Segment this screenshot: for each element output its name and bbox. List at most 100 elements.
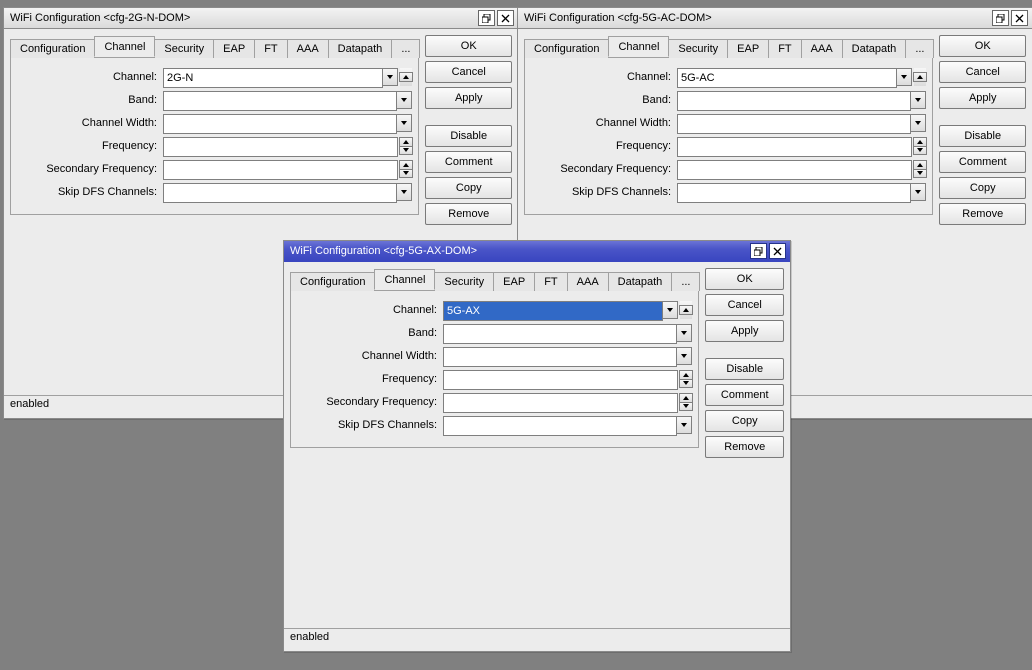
dropdown-button[interactable] xyxy=(397,114,412,132)
comment-button[interactable]: Comment xyxy=(705,384,784,406)
tab-ft[interactable]: FT xyxy=(534,272,567,291)
spin-down-icon[interactable] xyxy=(913,147,927,156)
copy-button[interactable]: Copy xyxy=(705,410,784,432)
titlebar[interactable]: WiFi Configuration <cfg-2G-N-DOM> xyxy=(4,8,518,29)
channel-input[interactable] xyxy=(163,68,383,88)
apply-button[interactable]: Apply xyxy=(425,87,512,109)
tab-[interactable]: ... xyxy=(671,272,700,291)
skipdfs-input[interactable] xyxy=(163,183,397,203)
up-icon[interactable] xyxy=(913,72,927,82)
restore-icon[interactable] xyxy=(750,243,767,259)
channel-input[interactable] xyxy=(443,301,663,321)
spin-up-icon[interactable] xyxy=(399,160,413,170)
apply-button[interactable]: Apply xyxy=(705,320,784,342)
spin-up-icon[interactable] xyxy=(913,137,927,147)
dropdown-button[interactable] xyxy=(663,301,678,319)
width-input[interactable] xyxy=(677,114,911,134)
ok-button[interactable]: OK xyxy=(425,35,512,57)
tab-security[interactable]: Security xyxy=(668,39,728,58)
dropdown-button[interactable] xyxy=(677,324,692,342)
comment-button[interactable]: Comment xyxy=(939,151,1026,173)
tab-eap[interactable]: EAP xyxy=(727,39,769,58)
tab-ft[interactable]: FT xyxy=(768,39,801,58)
disable-button[interactable]: Disable xyxy=(939,125,1026,147)
tab-configuration[interactable]: Configuration xyxy=(290,272,375,291)
spin-down-icon[interactable] xyxy=(399,170,413,179)
up-icon[interactable] xyxy=(679,305,693,315)
tab-eap[interactable]: EAP xyxy=(213,39,255,58)
tab-channel[interactable]: Channel xyxy=(374,269,435,290)
spin-down-icon[interactable] xyxy=(679,403,693,412)
channel-input[interactable] xyxy=(677,68,897,88)
tab-[interactable]: ... xyxy=(905,39,934,58)
ok-button[interactable]: OK xyxy=(705,268,784,290)
spin-up-icon[interactable] xyxy=(913,160,927,170)
tab-security[interactable]: Security xyxy=(154,39,214,58)
freq-input[interactable] xyxy=(443,370,678,390)
tab-datapath[interactable]: Datapath xyxy=(328,39,393,58)
skipdfs-input[interactable] xyxy=(443,416,677,436)
ok-button[interactable]: OK xyxy=(939,35,1026,57)
dropdown-button[interactable] xyxy=(911,91,926,109)
copy-button[interactable]: Copy xyxy=(939,177,1026,199)
tab-aaa[interactable]: AAA xyxy=(287,39,329,58)
disable-button[interactable]: Disable xyxy=(425,125,512,147)
width-input[interactable] xyxy=(163,114,397,134)
dropdown-button[interactable] xyxy=(677,347,692,365)
tab-datapath[interactable]: Datapath xyxy=(842,39,907,58)
tab-datapath[interactable]: Datapath xyxy=(608,272,673,291)
spin-down-icon[interactable] xyxy=(913,170,927,179)
titlebar[interactable]: WiFi Configuration <cfg-5G-AC-DOM> xyxy=(518,8,1032,29)
dropdown-button[interactable] xyxy=(397,183,412,201)
remove-button[interactable]: Remove xyxy=(425,203,512,225)
titlebar[interactable]: WiFi Configuration <cfg-5G-AX-DOM> xyxy=(284,241,790,262)
dropdown-button[interactable] xyxy=(397,91,412,109)
cancel-button[interactable]: Cancel xyxy=(425,61,512,83)
spin-up-icon[interactable] xyxy=(399,137,413,147)
skipdfs-input[interactable] xyxy=(677,183,911,203)
comment-button[interactable]: Comment xyxy=(425,151,512,173)
band-input[interactable] xyxy=(443,324,677,344)
dropdown-button[interactable] xyxy=(383,68,398,86)
freq2-input[interactable] xyxy=(163,160,398,180)
freq-input[interactable] xyxy=(677,137,912,157)
spin-down-icon[interactable] xyxy=(399,147,413,156)
tab-[interactable]: ... xyxy=(391,39,420,58)
tab-channel[interactable]: Channel xyxy=(608,36,669,57)
freq2-input[interactable] xyxy=(443,393,678,413)
dropdown-button[interactable] xyxy=(897,68,912,86)
tab-aaa[interactable]: AAA xyxy=(801,39,843,58)
spin-up-icon[interactable] xyxy=(679,393,693,403)
spin-down-icon[interactable] xyxy=(679,380,693,389)
remove-button[interactable]: Remove xyxy=(705,436,784,458)
close-icon[interactable] xyxy=(1011,10,1028,26)
cancel-button[interactable]: Cancel xyxy=(939,61,1026,83)
tab-configuration[interactable]: Configuration xyxy=(10,39,95,58)
up-icon[interactable] xyxy=(399,72,413,82)
restore-icon[interactable] xyxy=(478,10,495,26)
band-input[interactable] xyxy=(163,91,397,111)
tab-channel[interactable]: Channel xyxy=(94,36,155,57)
freq2-input[interactable] xyxy=(677,160,912,180)
restore-icon[interactable] xyxy=(992,10,1009,26)
apply-button[interactable]: Apply xyxy=(939,87,1026,109)
tab-ft[interactable]: FT xyxy=(254,39,287,58)
spin-up-icon[interactable] xyxy=(679,370,693,380)
close-icon[interactable] xyxy=(769,243,786,259)
dropdown-button[interactable] xyxy=(677,416,692,434)
cancel-button[interactable]: Cancel xyxy=(705,294,784,316)
tab-configuration[interactable]: Configuration xyxy=(524,39,609,58)
dropdown-button[interactable] xyxy=(911,114,926,132)
tab-security[interactable]: Security xyxy=(434,272,494,291)
tab-aaa[interactable]: AAA xyxy=(567,272,609,291)
disable-button[interactable]: Disable xyxy=(705,358,784,380)
freq-input[interactable] xyxy=(163,137,398,157)
band-input[interactable] xyxy=(677,91,911,111)
wifi-config-window[interactable]: WiFi Configuration <cfg-5G-AX-DOM> Config… xyxy=(283,240,791,652)
close-icon[interactable] xyxy=(497,10,514,26)
copy-button[interactable]: Copy xyxy=(425,177,512,199)
dropdown-button[interactable] xyxy=(911,183,926,201)
width-input[interactable] xyxy=(443,347,677,367)
tab-eap[interactable]: EAP xyxy=(493,272,535,291)
remove-button[interactable]: Remove xyxy=(939,203,1026,225)
